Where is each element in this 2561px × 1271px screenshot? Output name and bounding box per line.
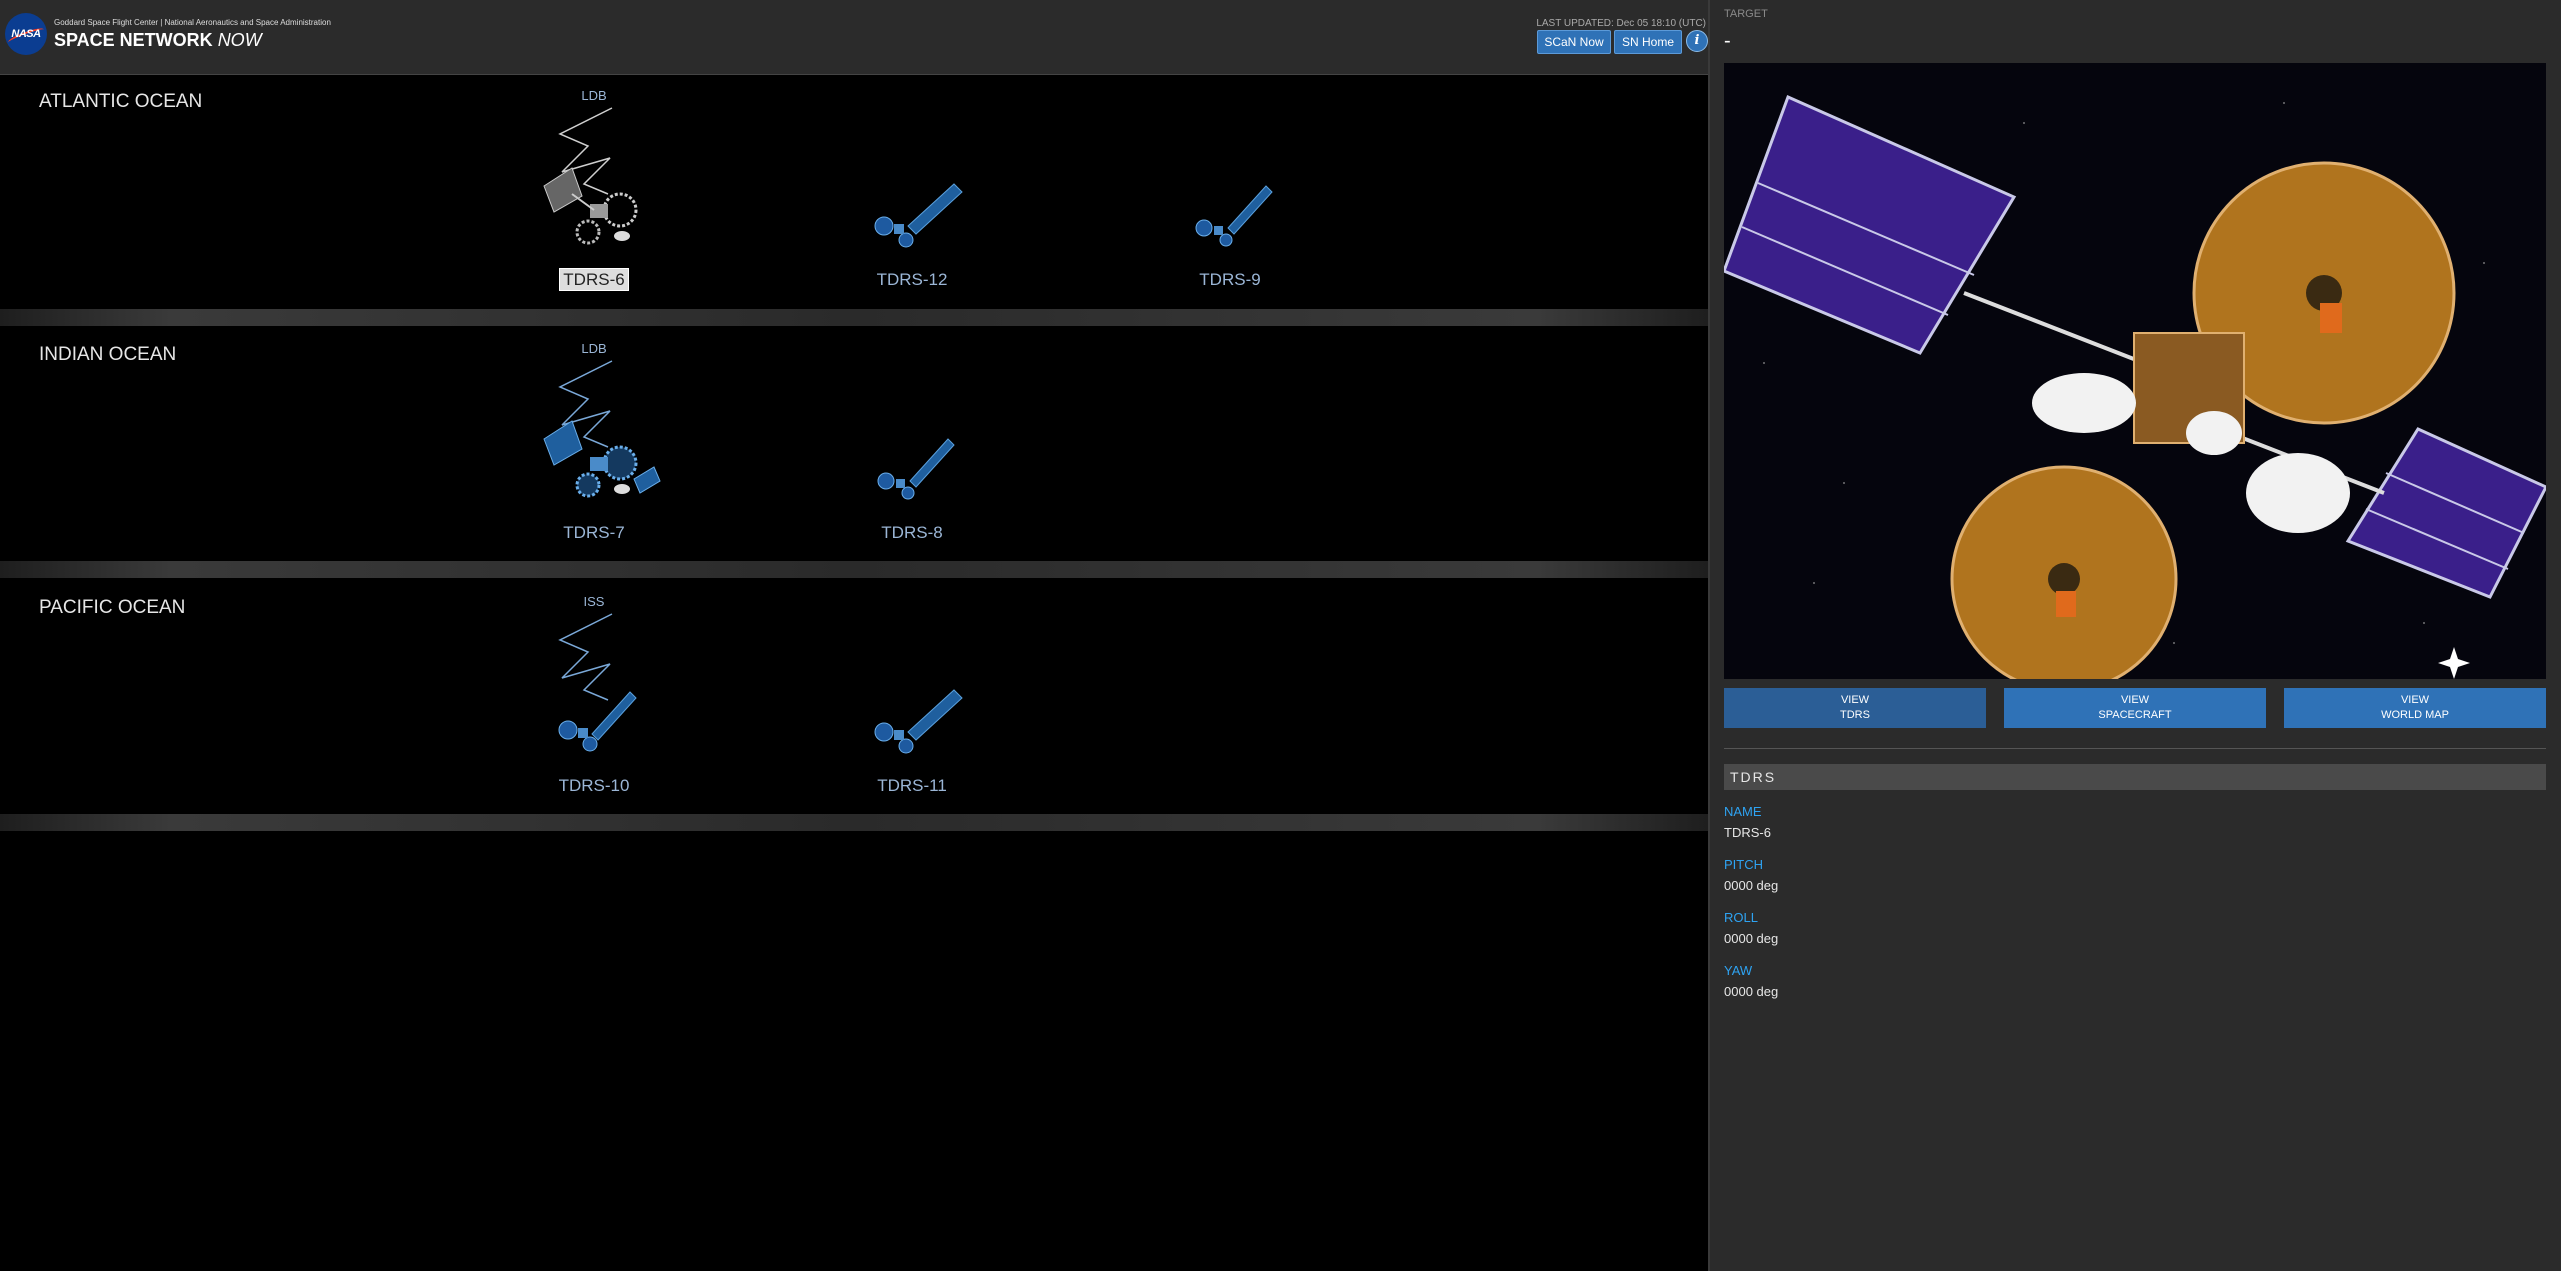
app-title-suffix: NOW: [217, 30, 262, 50]
region-separator: [0, 309, 1708, 326]
target-value: -: [1724, 30, 1731, 52]
satellite-icon: [874, 183, 963, 248]
app-title: SPACE NETWORK NOW: [54, 30, 262, 51]
field-label: NAME: [1724, 804, 1762, 819]
logo-text: NASA: [11, 28, 41, 40]
satellite-icon: [543, 167, 638, 245]
satellite-icon: [877, 438, 955, 500]
button-line: VIEW: [2400, 694, 2430, 706]
field-label: YAW: [1724, 963, 1753, 978]
section-header: TDRS: [1724, 764, 2546, 790]
region-title: ATLANTIC OCEAN: [39, 91, 203, 112]
satellite-label: TDRS-8: [881, 523, 943, 542]
view-tdrs-button[interactable]: VIEW TDRS: [1724, 688, 1986, 728]
satellite-icon: [1195, 185, 1273, 247]
satellite-tdrs-10[interactable]: ISS TDRS-10: [504, 582, 684, 795]
tdrs-illustration: [1724, 63, 2546, 679]
details-panel: TARGET - VIEW TDRS VIEW SPACECRAFT VIEW …: [1710, 0, 2561, 1271]
satellite-tdrs-7[interactable]: LDB TDRS-7: [504, 329, 684, 542]
view-spacecraft-button[interactable]: VIEW SPACECRAFT: [2004, 688, 2266, 728]
region-separator: [0, 814, 1708, 831]
satellite-icon: [558, 691, 637, 752]
satellite-tdrs-9[interactable]: TDRS-9: [1140, 76, 1320, 289]
satellite-tdrs-8[interactable]: TDRS-8: [822, 329, 1002, 542]
field-label: ROLL: [1724, 910, 1758, 925]
button-line: SPACECRAFT: [2098, 709, 2172, 721]
satellite-label: TDRS-11: [877, 776, 947, 795]
region-title: PACIFIC OCEAN: [39, 597, 186, 618]
satellite-label: TDRS-7: [563, 523, 625, 542]
scan-now-button[interactable]: SCaN Now: [1537, 30, 1611, 54]
region-separator: [0, 561, 1708, 578]
info-icon[interactable]: i: [1686, 30, 1708, 52]
nasa-logo: NASA: [5, 13, 47, 55]
satellite-label: TDRS-9: [1199, 270, 1261, 289]
button-line: VIEW: [1840, 694, 1870, 706]
network-view: NASA Goddard Space Flight Center | Natio…: [0, 0, 1710, 1271]
satellite-tdrs-12[interactable]: TDRS-12: [822, 76, 1002, 289]
button-line: VIEW: [2120, 694, 2150, 706]
app-title-main: SPACE NETWORK: [54, 30, 213, 50]
spacecraft-image: [1724, 63, 2546, 679]
field-value: 0000 deg: [1724, 984, 1779, 999]
field-value: 0000 deg: [1724, 878, 1779, 893]
sn-home-button[interactable]: SN Home: [1614, 30, 1682, 54]
field-value: 0000 deg: [1724, 931, 1779, 946]
region-indian: INDIAN OCEAN LDB TDRS-7 TDRS-8: [0, 329, 1708, 559]
button-line: WORLD MAP: [2381, 709, 2449, 721]
satellite-label: TDRS-10: [558, 776, 630, 795]
satellite-tdrs-6[interactable]: LDB TDRS-6: [504, 76, 684, 291]
satellite-icon: [543, 420, 661, 498]
target-label: TARGET: [1724, 8, 1768, 20]
org-text: Goddard Space Flight Center | National A…: [54, 18, 331, 27]
button-line: TDRS: [1840, 709, 1870, 721]
view-world-map-button[interactable]: VIEW WORLD MAP: [2284, 688, 2546, 728]
region-title: INDIAN OCEAN: [39, 344, 177, 365]
field-label: PITCH: [1724, 857, 1763, 872]
top-header: NASA Goddard Space Flight Center | Natio…: [0, 0, 1708, 75]
satellite-icon: [874, 689, 963, 754]
region-atlantic: ATLANTIC OCEAN LDB TDRS-6 TDRS-12 TDRS-9: [0, 76, 1708, 306]
field-value: TDRS-6: [1724, 825, 1771, 840]
satellite-label: TDRS-6: [504, 268, 684, 291]
region-pacific: PACIFIC OCEAN ISS TDRS-10 TDRS-11: [0, 582, 1708, 812]
satellite-label: TDRS-12: [876, 270, 948, 289]
divider: [1724, 748, 2546, 749]
satellite-tdrs-11[interactable]: TDRS-11: [822, 582, 1002, 795]
last-updated: LAST UPDATED: Dec 05 18:10 (UTC): [1536, 18, 1706, 29]
